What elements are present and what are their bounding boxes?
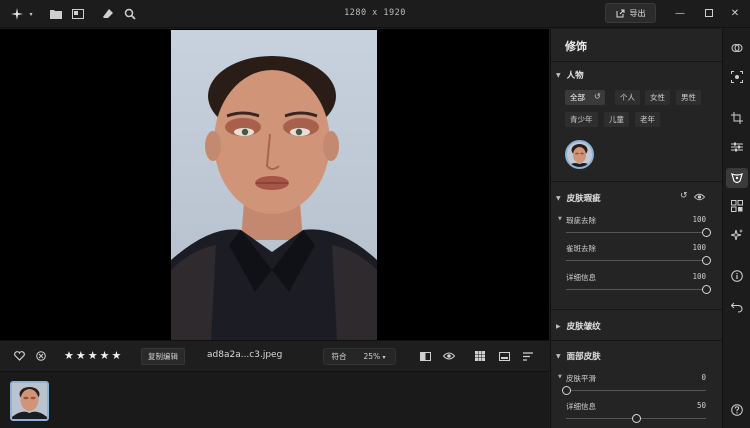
file-name: ad8a2a...c3.jpeg [207, 350, 283, 360]
export-label: 导出 [629, 8, 646, 18]
compare-split-icon[interactable] [418, 349, 432, 363]
blemish-detail-slider[interactable] [566, 285, 711, 294]
tool-rail [722, 29, 750, 428]
star-icon[interactable]: ★ [88, 349, 98, 362]
minimize-icon[interactable]: — [673, 6, 687, 20]
star-icon[interactable]: ★ [112, 349, 122, 362]
skin-smoothing-label: 皮肤平滑 [566, 374, 596, 383]
filter-chip-female[interactable]: 女性 [645, 90, 670, 105]
slider-knob[interactable] [702, 256, 711, 265]
divider [551, 61, 722, 62]
people-section-label: 人物 [566, 71, 584, 81]
reject-icon[interactable] [34, 349, 48, 363]
face-detail-value: 50 [696, 401, 706, 410]
filter-chip-male[interactable]: 男性 [676, 90, 701, 105]
reset-icon[interactable]: ↺ [680, 191, 688, 201]
blemish-removal-label: 瑕疵去除 [566, 216, 596, 225]
sort-icon[interactable] [521, 349, 535, 363]
eye-toggle-icon[interactable] [693, 193, 706, 203]
star-icon[interactable]: ★ [76, 349, 86, 362]
slider-knob[interactable] [632, 414, 641, 423]
filter-chip-individual[interactable]: 个人 [615, 90, 640, 105]
skin-smoothing-value: 0 [701, 373, 706, 382]
info-icon[interactable] [730, 269, 744, 283]
chevron-down-icon: ▼ [556, 194, 561, 202]
reset-icon[interactable]: ↺ [594, 92, 601, 101]
star-icon[interactable]: ★ [100, 349, 110, 362]
image-canvas[interactable] [0, 29, 549, 340]
face-skin-label: 面部皮肤 [566, 352, 601, 362]
freckle-removal-slider[interactable] [566, 256, 711, 265]
chevron-down-icon: ▼ [556, 71, 561, 79]
grid-view-icon[interactable] [473, 349, 487, 363]
maximize-icon[interactable] [702, 6, 716, 20]
detected-face-avatar[interactable] [565, 140, 594, 169]
star-icon[interactable]: ★ [64, 349, 74, 362]
chevron-down-icon: ▼ [556, 352, 561, 360]
heart-icon[interactable] [12, 349, 26, 363]
slider-knob[interactable] [702, 285, 711, 294]
slider-knob[interactable] [702, 228, 711, 237]
face-detail-slider[interactable] [566, 414, 706, 423]
skin-wrinkles-section-header[interactable]: ▶ 皮肤皱纹 [556, 320, 601, 332]
divider [551, 340, 722, 341]
close-icon[interactable]: ✕ [728, 6, 742, 20]
divider [551, 309, 722, 310]
single-view-icon[interactable] [497, 349, 511, 363]
filter-chip-teen[interactable]: 青少年 [565, 112, 598, 127]
portrait-photo [171, 30, 377, 340]
blemish-removal-value: 100 [692, 215, 706, 224]
adjust-sliders-icon[interactable] [730, 140, 744, 154]
blemish-removal-slider[interactable] [566, 228, 711, 237]
face-detail-label: 详细信息 [566, 402, 596, 411]
undo-icon[interactable] [730, 300, 744, 314]
divider [551, 181, 722, 182]
eye-preview-icon[interactable] [442, 349, 456, 363]
bottom-toolbar: ★ ★ ★ ★ ★ 复制编辑 ad8a2a...c3.jpeg 符合 25% ▾ [0, 340, 549, 370]
filmstrip-thumbnail[interactable] [10, 381, 49, 421]
help-icon[interactable] [730, 403, 744, 417]
filter-chip-senior[interactable]: 老年 [635, 112, 660, 127]
skin-smoothing-slider[interactable] [562, 386, 706, 395]
skin-blemish-section-header[interactable]: ▼ 皮肤瑕疵 [556, 192, 601, 204]
filmstrip [0, 371, 549, 428]
focus-frame-icon[interactable] [730, 70, 744, 84]
chevron-down-icon: ▼ [558, 374, 562, 380]
filter-chip-child[interactable]: 儿童 [604, 112, 629, 127]
zoom-control: 符合 25% ▾ [323, 348, 396, 365]
zoom-level: 25% [363, 352, 381, 361]
panel-title: 修饰 [565, 40, 587, 53]
crop-icon[interactable] [730, 111, 744, 125]
skin-blemish-label: 皮肤瑕疵 [566, 194, 601, 204]
zoom-fit-button[interactable]: 符合 [324, 351, 354, 362]
retouch-face-icon[interactable] [726, 168, 748, 188]
blemish-detail-label: 详细信息 [566, 273, 596, 282]
remove-objects-icon[interactable] [730, 199, 744, 213]
ai-sparkle-icon[interactable] [730, 228, 744, 242]
title-bar: ▾ 1280 x 1920 导出 — ✕ [0, 0, 750, 28]
chevron-right-icon: ▶ [556, 322, 561, 330]
slider-knob[interactable] [562, 386, 571, 395]
export-icon [616, 9, 624, 17]
retouch-panel: 修饰 ▼ 人物 全部 ↺ 个人 女性 男性 青少年 儿童 老年 ▼ 皮肤瑕疵 ↺… [550, 29, 722, 428]
skin-wrinkles-label: 皮肤皱纹 [566, 322, 601, 332]
blemish-detail-value: 100 [692, 272, 706, 281]
people-section-header[interactable]: ▼ 人物 [556, 69, 584, 81]
color-circles-icon[interactable] [730, 41, 744, 55]
zoom-level-select[interactable]: 25% ▾ [354, 352, 395, 361]
export-button[interactable]: 导出 [605, 3, 656, 23]
star-rating[interactable]: ★ ★ ★ ★ ★ [64, 349, 121, 362]
freckle-removal-label: 雀斑去除 [566, 244, 596, 253]
face-skin-section-header[interactable]: ▼ 面部皮肤 [556, 350, 601, 362]
chevron-down-icon: ▾ [382, 354, 386, 361]
freckle-removal-value: 100 [692, 243, 706, 252]
chevron-down-icon: ▼ [558, 216, 562, 222]
copy-edit-button[interactable]: 复制编辑 [141, 348, 185, 365]
